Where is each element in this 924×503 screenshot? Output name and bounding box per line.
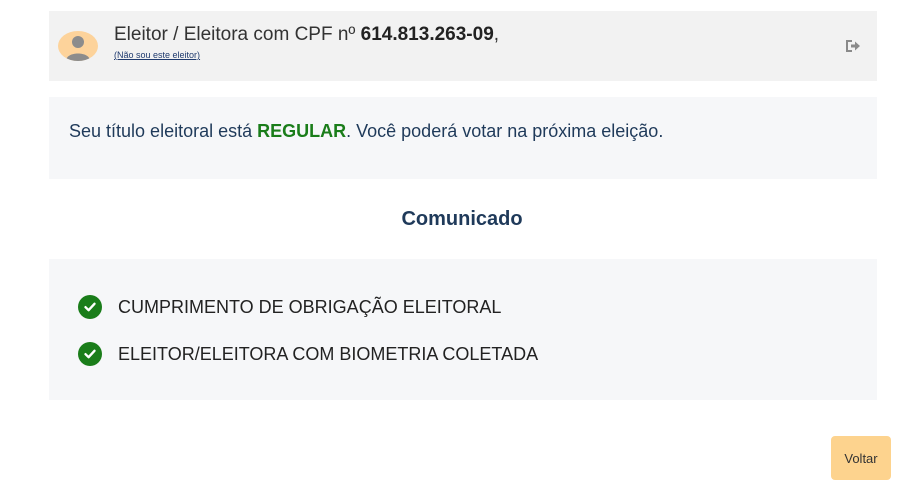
voter-cpf-number: 614.813.263-09 <box>360 24 494 45</box>
check-circle-icon <box>78 295 102 319</box>
voter-cpf-suffix: , <box>493 24 500 45</box>
notice-item: CUMPRIMENTO DE OBRIGAÇÃO ELEITORAL <box>78 295 501 319</box>
voter-cpf-prefix: Eleitor / Eleitora com CPF nº <box>114 24 361 45</box>
user-avatar-icon <box>58 31 98 61</box>
voter-status-message: Seu título eleitoral está REGULAR. Você … <box>69 119 663 143</box>
voter-cpf-line: Eleitor / Eleitora com CPF nº 614.813.26… <box>114 23 499 47</box>
notice-title: Comunicado <box>401 208 523 230</box>
voter-status-box: Seu título eleitoral está REGULAR. Você … <box>49 97 877 179</box>
not-me-link[interactable]: (Não sou este eleitor) <box>114 49 200 61</box>
status-suffix: . Você poderá votar na próxima eleição. <box>346 121 664 141</box>
notice-item-label: ELEITOR/ELEITORA COM BIOMETRIA COLETADA <box>118 344 539 364</box>
check-circle-icon <box>78 342 102 366</box>
back-button[interactable]: Voltar <box>831 436 891 480</box>
status-prefix: Seu título eleitoral está <box>69 121 258 141</box>
status-value: REGULAR <box>257 121 347 141</box>
notice-box: CUMPRIMENTO DE OBRIGAÇÃO ELEITORAL ELEIT… <box>49 259 877 400</box>
sign-out-icon[interactable] <box>844 37 862 55</box>
notice-item: ELEITOR/ELEITORA COM BIOMETRIA COLETADA <box>78 342 538 366</box>
notice-item-label: CUMPRIMENTO DE OBRIGAÇÃO ELEITORAL <box>118 297 502 317</box>
voter-identification-bar: Eleitor / Eleitora com CPF nº 614.813.26… <box>49 11 877 81</box>
